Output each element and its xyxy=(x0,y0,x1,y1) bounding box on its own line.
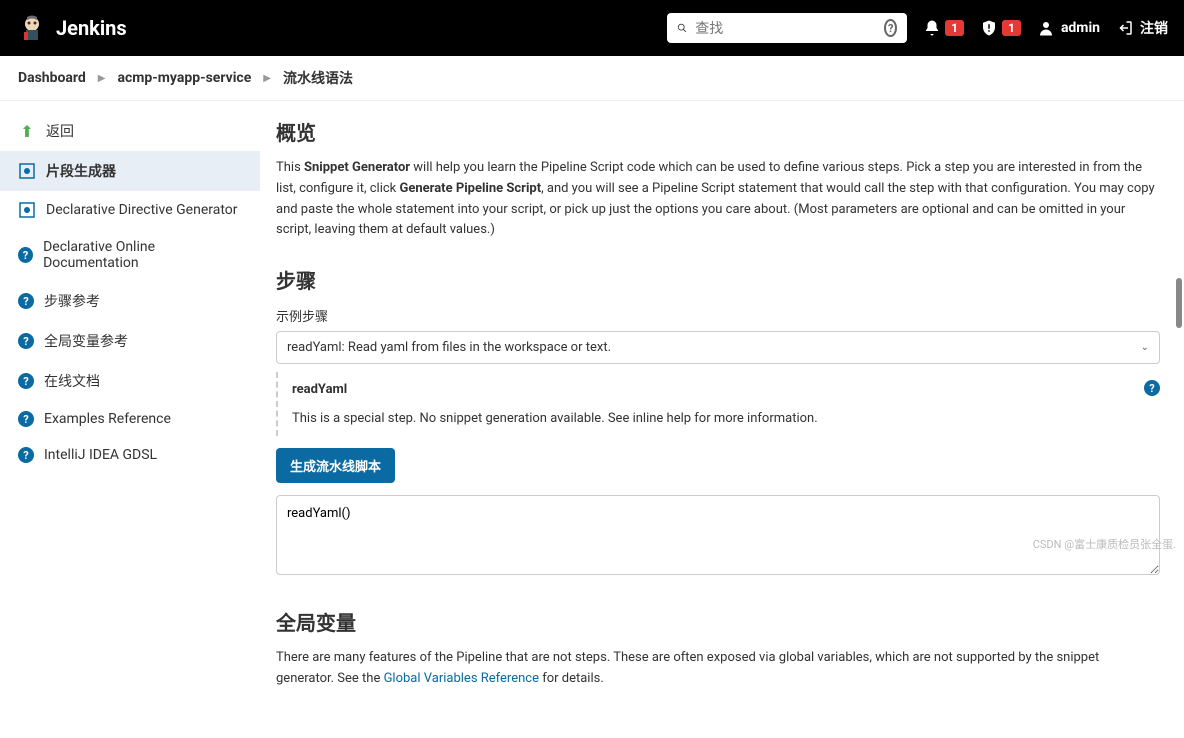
user-icon xyxy=(1037,19,1055,37)
user-menu[interactable]: admin xyxy=(1037,19,1100,37)
watermark: CSDN @富士康质检员张全蛋. xyxy=(1033,536,1176,552)
breadcrumb-item-0[interactable]: Dashboard xyxy=(18,70,86,86)
alert-badge: 1 xyxy=(1002,20,1021,36)
sidebar: ⬆ 返回 片段生成器 Declarative Directive Generat… xyxy=(0,101,260,738)
step-name: readYaml xyxy=(292,382,1146,397)
arrow-up-icon: ⬆ xyxy=(18,122,36,140)
sidebar-item-label: 返回 xyxy=(46,121,74,141)
generator-icon xyxy=(18,201,36,219)
help-icon: ? xyxy=(18,411,34,427)
top-header: Jenkins ? 1 1 admin 注销 xyxy=(0,0,1184,56)
sidebar-item-label: 步骤参考 xyxy=(44,291,100,311)
main-content: 概览 This Snippet Generator will help you … xyxy=(260,101,1184,738)
generate-script-button[interactable]: 生成流水线脚本 xyxy=(276,448,395,483)
help-icon: ? xyxy=(18,293,34,309)
selected-step-text: readYaml: Read yaml from files in the wo… xyxy=(287,340,611,355)
chevron-right-icon: ▶ xyxy=(263,73,271,84)
breadcrumb-item-2[interactable]: 流水线语法 xyxy=(283,68,353,88)
sidebar-item-snippet-generator[interactable]: 片段生成器 xyxy=(0,151,260,191)
help-icon: ? xyxy=(18,247,33,263)
step-description: This is a special step. No snippet gener… xyxy=(292,411,1146,426)
alert-button[interactable]: 1 xyxy=(980,19,1021,37)
sidebar-item-label: IntelliJ IDEA GDSL xyxy=(44,447,157,463)
jenkins-icon xyxy=(16,12,48,44)
overview-title: 概览 xyxy=(276,117,1160,146)
help-icon: ? xyxy=(18,373,34,389)
step-select[interactable]: readYaml: Read yaml from files in the wo… xyxy=(276,331,1160,364)
sidebar-item-label: Declarative Directive Generator xyxy=(46,202,238,218)
username: admin xyxy=(1061,20,1100,36)
search-help-icon[interactable]: ? xyxy=(884,19,897,37)
search-icon xyxy=(677,20,687,36)
logout-label: 注销 xyxy=(1140,18,1168,38)
example-step-label: 示例步骤 xyxy=(276,306,1160,325)
sidebar-item-globals-ref[interactable]: ? 全局变量参考 xyxy=(0,321,260,361)
chevron-right-icon: ▶ xyxy=(98,73,106,84)
globals-reference-link[interactable]: Global Variables Reference xyxy=(384,671,539,686)
help-icon: ? xyxy=(18,447,34,463)
sidebar-item-online-docs[interactable]: ? 在线文档 xyxy=(0,361,260,401)
sidebar-item-examples[interactable]: ? Examples Reference xyxy=(0,401,260,437)
scrollbar-thumb[interactable] xyxy=(1176,278,1182,328)
sidebar-item-label: 片段生成器 xyxy=(46,161,116,181)
logout-button[interactable]: 注销 xyxy=(1116,18,1168,38)
brand-name: Jenkins xyxy=(56,16,127,40)
generator-icon xyxy=(18,162,36,180)
search-input[interactable] xyxy=(695,20,876,36)
step-help-icon[interactable]: ? xyxy=(1144,380,1160,396)
sidebar-item-back[interactable]: ⬆ 返回 xyxy=(0,111,260,151)
overview-description: This Snippet Generator will help you lea… xyxy=(276,158,1160,241)
steps-title: 步骤 xyxy=(276,265,1160,294)
chevron-down-icon: ⌄ xyxy=(1141,342,1149,353)
sidebar-item-gdsl[interactable]: ? IntelliJ IDEA GDSL xyxy=(0,437,260,473)
bell-icon xyxy=(923,19,941,37)
sidebar-item-steps-ref[interactable]: ? 步骤参考 xyxy=(0,281,260,321)
sidebar-item-label: 全局变量参考 xyxy=(44,331,128,351)
sidebar-item-directive-generator[interactable]: Declarative Directive Generator xyxy=(0,191,260,229)
globals-title: 全局变量 xyxy=(276,607,1160,636)
logout-icon xyxy=(1116,19,1134,37)
globals-description: There are many features of the Pipeline … xyxy=(276,648,1160,690)
sidebar-item-declarative-docs[interactable]: ? Declarative Online Documentation xyxy=(0,229,260,281)
sidebar-item-label: Examples Reference xyxy=(44,411,171,427)
step-detail-panel: readYaml This is a special step. No snip… xyxy=(276,372,1160,436)
shield-icon xyxy=(980,19,998,37)
breadcrumb: Dashboard ▶ acmp-myapp-service ▶ 流水线语法 xyxy=(0,56,1184,101)
logo-area[interactable]: Jenkins xyxy=(16,12,127,44)
sidebar-item-label: 在线文档 xyxy=(44,371,100,391)
help-icon: ? xyxy=(18,333,34,349)
script-output[interactable] xyxy=(276,495,1160,575)
sidebar-item-label: Declarative Online Documentation xyxy=(43,239,242,271)
notif-badge: 1 xyxy=(945,20,964,36)
notification-button[interactable]: 1 xyxy=(923,19,964,37)
search-box[interactable]: ? xyxy=(667,13,907,43)
breadcrumb-item-1[interactable]: acmp-myapp-service xyxy=(117,70,251,86)
